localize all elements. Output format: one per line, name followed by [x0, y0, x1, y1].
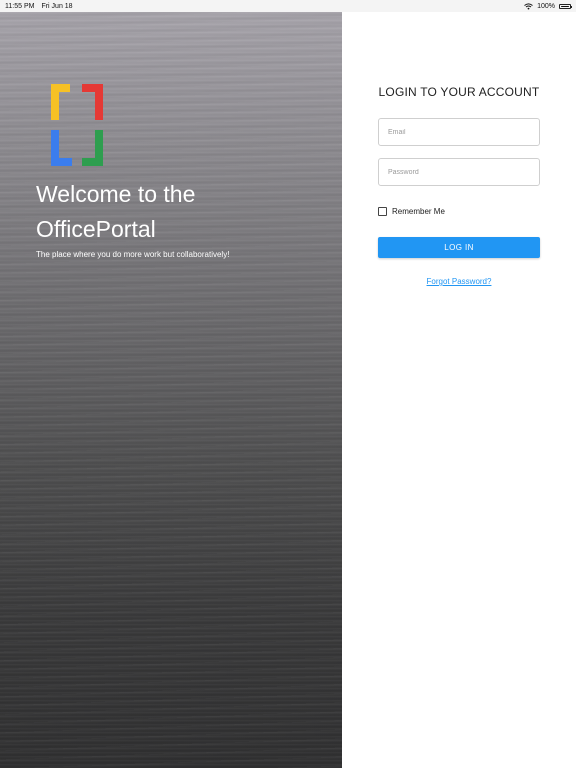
login-title: LOGIN TO YOUR ACCOUNT [378, 85, 540, 99]
tagline: The place where you do more work but col… [36, 250, 230, 259]
welcome-line-1: Welcome to the [36, 181, 196, 207]
welcome-heading: Welcome to the OfficePortal [36, 177, 336, 247]
status-date: Fri Jun 18 [41, 2, 73, 10]
forgot-password-link[interactable]: Forgot Password? [342, 277, 576, 286]
logo-green-bracket [82, 130, 103, 166]
remember-me-checkbox[interactable] [378, 207, 387, 216]
battery-percent: 100% [537, 2, 555, 10]
battery-icon [559, 3, 572, 9]
logo-yellow-bracket [51, 84, 70, 120]
status-bar: 11:55 PM Fri Jun 18 100% [0, 0, 576, 12]
logo-red-bracket [82, 84, 103, 120]
login-panel: LOGIN TO YOUR ACCOUNT Remember Me LOG IN… [342, 12, 576, 768]
hero-panel: Welcome to the OfficePortal The place wh… [0, 12, 342, 768]
brackets-logo [51, 84, 103, 166]
status-right: 100% [524, 2, 572, 10]
logo-blue-bracket [51, 130, 72, 166]
status-left: 11:55 PM Fri Jun 18 [5, 3, 73, 10]
status-time: 11:55 PM [5, 2, 35, 10]
email-field[interactable] [378, 118, 540, 146]
login-button[interactable]: LOG IN [378, 237, 540, 258]
welcome-line-2: OfficePortal [36, 216, 156, 242]
wifi-icon [524, 2, 533, 10]
password-field[interactable] [378, 158, 540, 186]
remember-me-row[interactable]: Remember Me [378, 207, 445, 216]
remember-me-label: Remember Me [392, 207, 445, 216]
